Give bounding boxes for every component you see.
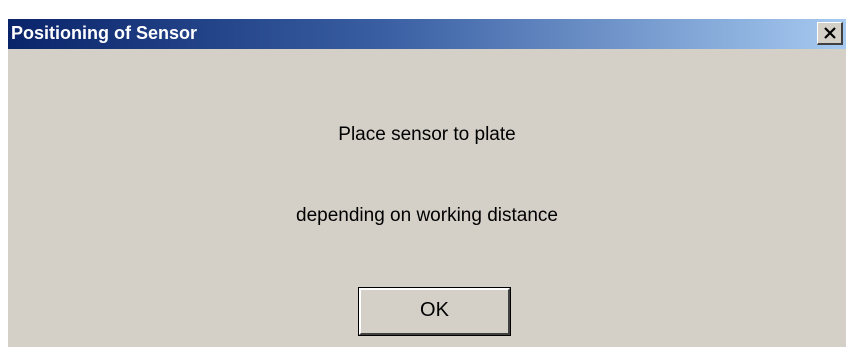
message-line-1: Place sensor to plate <box>338 124 516 145</box>
dialog-window: Positioning of Sensor Place sensor to pl… <box>8 19 846 347</box>
window-title: Positioning of Sensor <box>11 23 198 43</box>
ok-button-label: OK <box>420 299 449 321</box>
close-button[interactable] <box>817 22 843 45</box>
title-bar[interactable]: Positioning of Sensor <box>8 19 846 49</box>
message-line-2: depending on working distance <box>296 205 558 226</box>
ok-button[interactable]: OK <box>358 287 511 336</box>
close-icon <box>824 27 836 39</box>
